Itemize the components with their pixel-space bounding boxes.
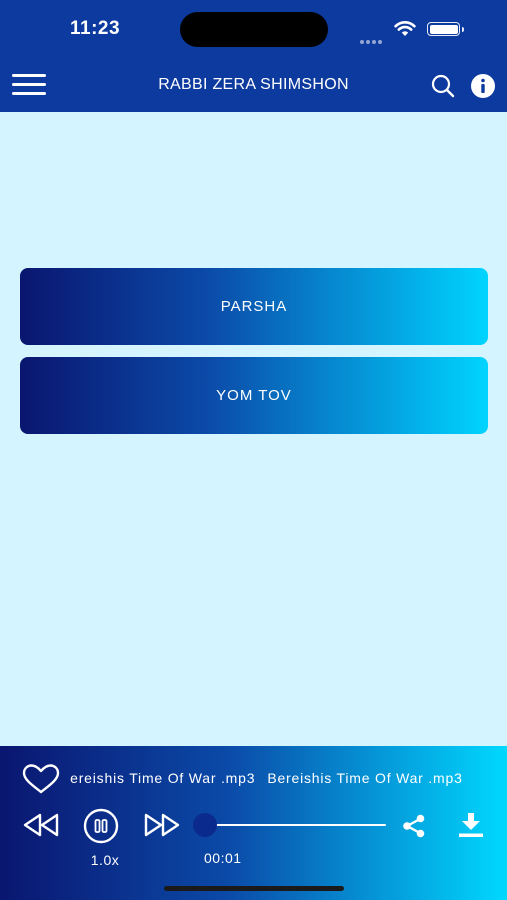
dynamic-island [180,12,328,47]
hamburger-menu-icon[interactable] [12,74,46,96]
category-label: PARSHA [220,298,288,315]
elapsed-time: 00:01 [204,850,242,866]
now-playing-title-repeat: Bereishis Time Of War .mp3 [267,770,463,786]
page-title: RABBI ZERA SHIMSHON [158,76,349,93]
battery-icon [427,22,464,36]
pause-icon[interactable] [83,808,119,844]
wifi-icon [394,21,416,36]
rewind-icon[interactable] [22,812,60,838]
category-label: YOM TOV [216,387,292,404]
category-button-parsha[interactable]: PARSHA [20,268,488,345]
info-icon[interactable] [470,73,496,99]
share-icon[interactable] [401,814,427,838]
seek-bar[interactable] [205,824,386,826]
seek-thumb[interactable] [193,813,217,837]
category-button-yom-tov[interactable]: YOM TOV [20,357,488,434]
status-time: 11:23 [70,18,121,39]
home-indicator[interactable] [164,886,344,891]
search-icon[interactable] [430,73,456,99]
cellular-signal-icon [360,31,384,49]
fast-forward-icon[interactable] [143,812,181,838]
audio-player-bar: Bereishis Time Of War .mp3 Bereishis Time… [0,746,507,900]
now-playing-title: Bereishis Time Of War .mp3 [70,770,256,786]
now-playing-marquee: Bereishis Time Of War .mp3 Bereishis Time… [70,770,490,790]
download-icon[interactable] [457,812,485,838]
app-header: 11:23 RABBI ZERA SHIMSHON [0,0,507,112]
heart-icon[interactable] [22,764,60,794]
playback-speed-button[interactable]: 1.0x [84,852,126,868]
